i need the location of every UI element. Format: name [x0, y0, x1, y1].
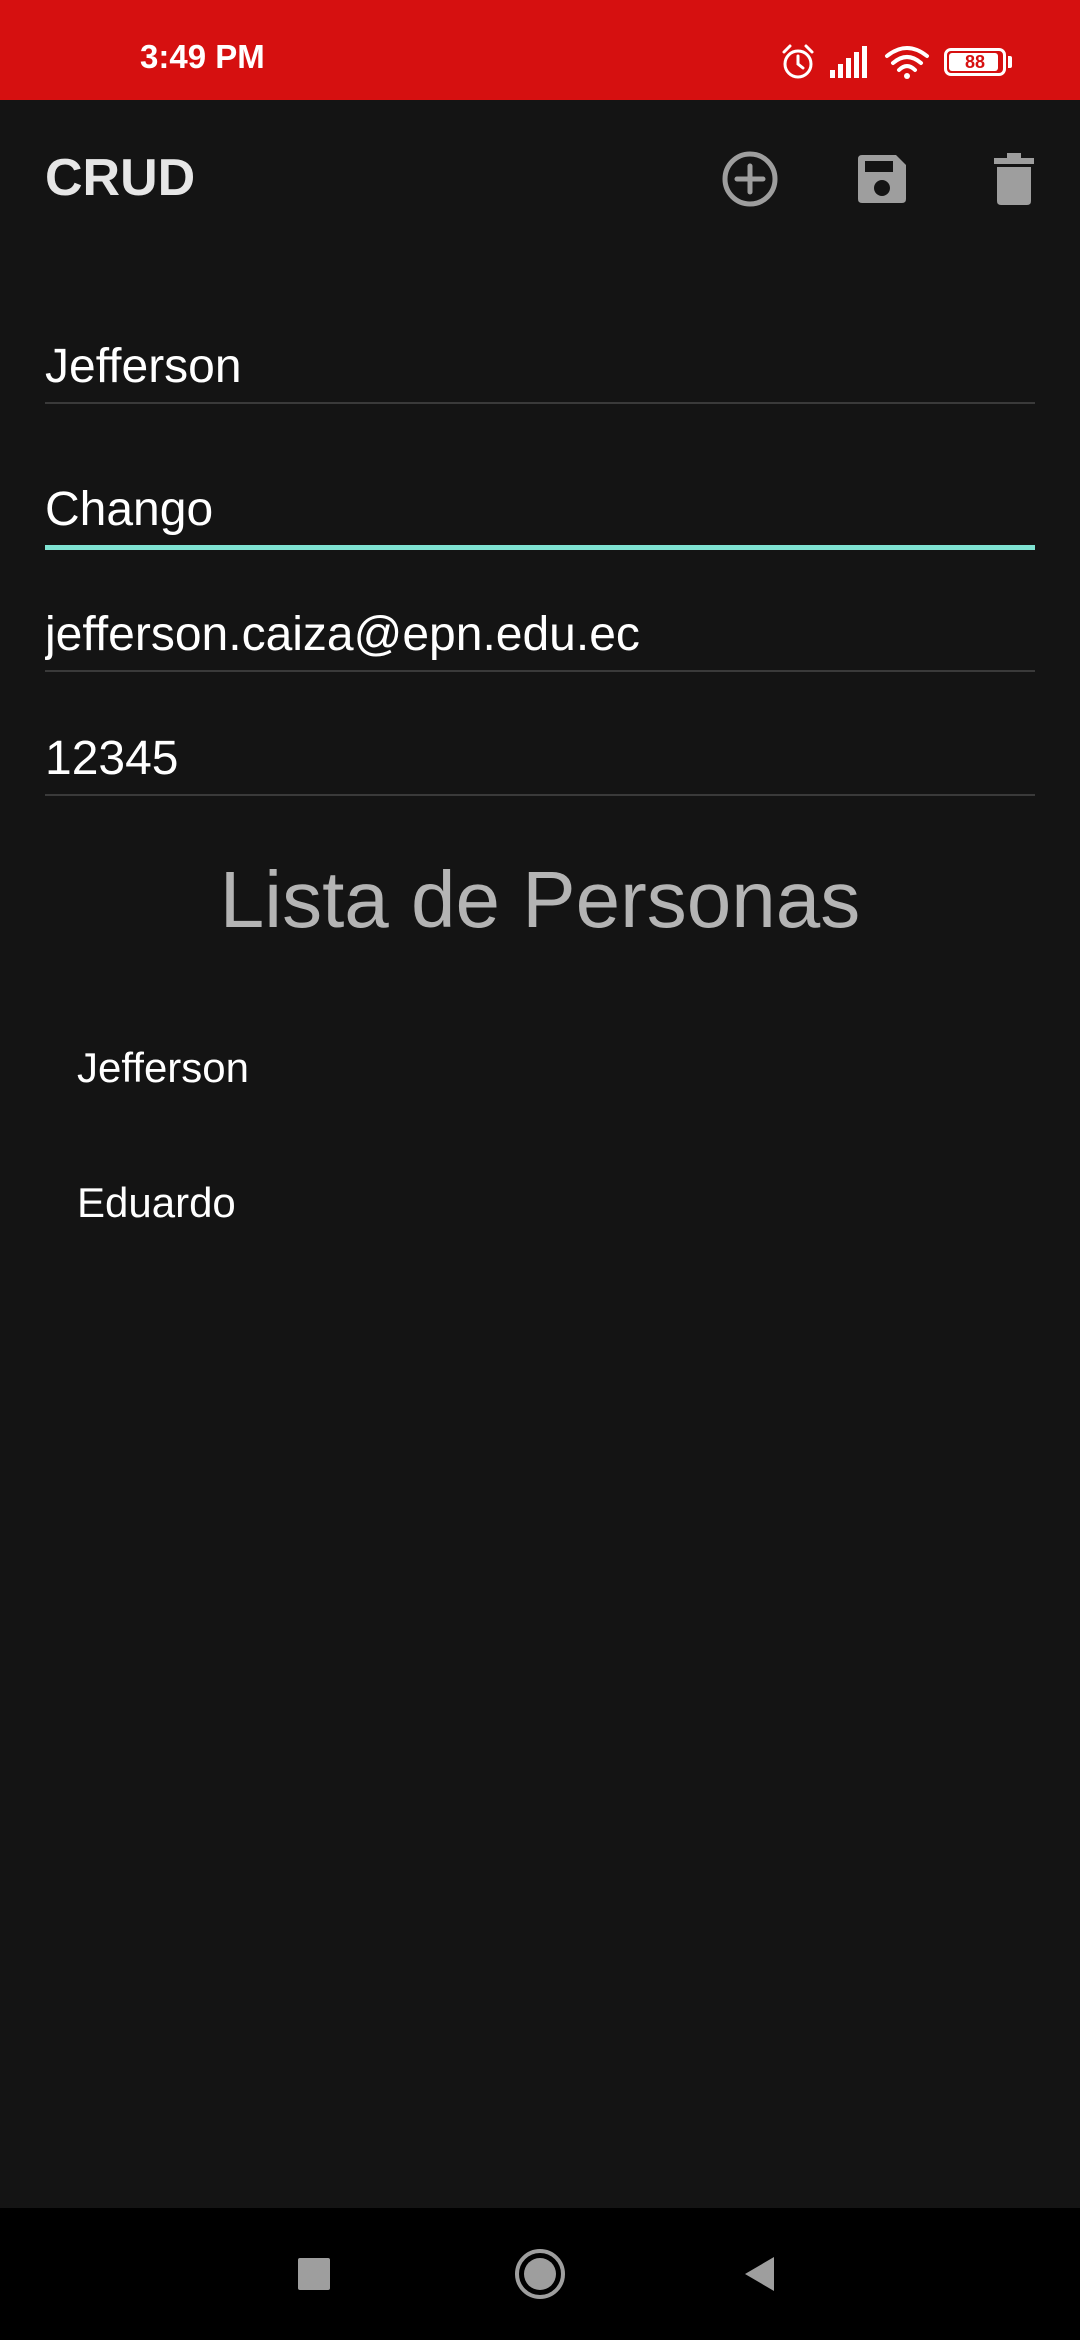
list-item[interactable]: Jefferson — [0, 1000, 1080, 1135]
email-input[interactable] — [45, 600, 1035, 670]
home-button[interactable] — [508, 2242, 572, 2306]
first-name-field — [45, 332, 1035, 404]
navigation-bar — [0, 2208, 1080, 2340]
app-title: CRUD — [45, 149, 196, 207]
last-name-input[interactable] — [45, 475, 1035, 545]
screen: 3:49 PM 88 CRUD Jefferson Chango jeffers… — [0, 0, 1080, 2340]
delete-button[interactable] — [975, 140, 1053, 218]
battery: 88 — [944, 48, 1006, 76]
person-list: Jefferson Eduardo — [0, 1000, 1080, 1270]
recents-button[interactable] — [282, 2242, 346, 2306]
status-bar: 3:49 PM 88 — [0, 0, 1080, 100]
battery-tip — [1008, 56, 1012, 68]
password-underline — [45, 794, 1035, 796]
wifi-icon — [884, 45, 930, 79]
signal-icon — [830, 46, 870, 78]
last-name-underline — [45, 545, 1035, 550]
list-item[interactable]: Eduardo — [0, 1135, 1080, 1270]
password-field — [45, 724, 1035, 796]
last-name-field — [45, 475, 1035, 550]
add-circle-icon — [722, 151, 778, 207]
status-time: 3:49 PM — [140, 38, 265, 75]
battery-level: 88 — [964, 52, 986, 72]
email-field — [45, 600, 1035, 672]
status-icons: 88 — [780, 40, 1012, 84]
battery-icon: 88 — [944, 48, 1012, 76]
save-icon — [858, 155, 906, 203]
list-title: Lista de Personas — [219, 855, 861, 944]
back-icon — [745, 2257, 774, 2291]
app-bar: CRUD — [0, 100, 1080, 260]
back-button[interactable] — [728, 2242, 792, 2306]
add-button[interactable] — [711, 140, 789, 218]
first-name-underline — [45, 402, 1035, 404]
password-input[interactable] — [45, 724, 1035, 794]
home-icon — [515, 2249, 565, 2299]
email-underline — [45, 670, 1035, 672]
save-button[interactable] — [843, 140, 921, 218]
delete-icon — [994, 153, 1034, 205]
first-name-input[interactable] — [45, 332, 1035, 402]
recents-icon — [298, 2258, 330, 2290]
alarm-icon — [780, 43, 816, 81]
